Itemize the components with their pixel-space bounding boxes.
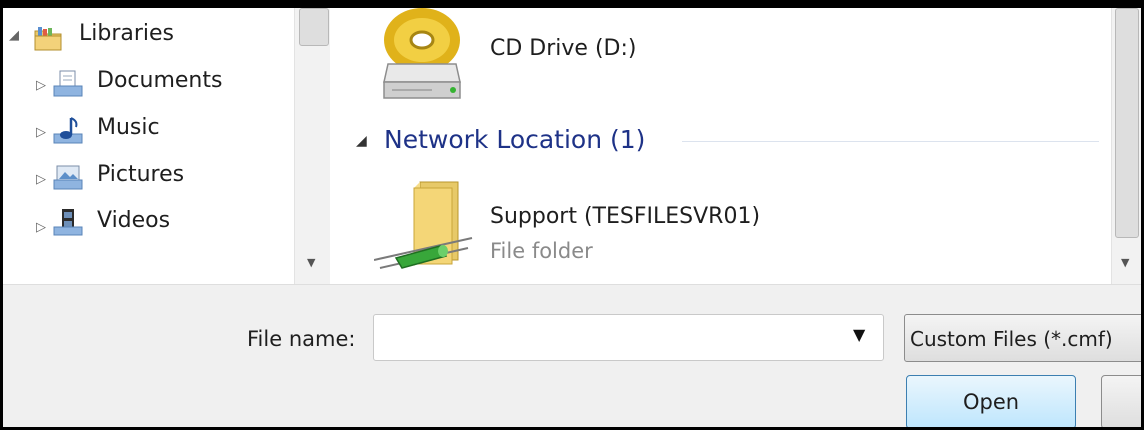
nav-scroll-thumb[interactable] [299, 8, 329, 46]
music-icon [53, 117, 83, 144]
group-divider [682, 141, 1099, 142]
collapse-arrow-icon[interactable]: ▷ [36, 125, 46, 140]
content-scroll-thumb[interactable] [1115, 8, 1139, 238]
file-name-label: File name: [247, 327, 356, 351]
cd-drive-icon [383, 8, 461, 99]
network-folder-icon [374, 181, 473, 269]
nav-item-label: Documents [97, 68, 223, 93]
drive-name: CD Drive (D:) [490, 36, 637, 61]
file-type-filter[interactable]: Custom Files (*.cmf) [904, 314, 1141, 362]
nav-item-label: Libraries [79, 21, 175, 46]
folder-name: Support (TESFILESVR01) [490, 204, 761, 229]
file-name-combobox[interactable] [373, 314, 884, 361]
open-button[interactable]: Open [906, 375, 1076, 427]
collapse-arrow-icon[interactable]: ▷ [36, 78, 46, 93]
nav-item-label: Pictures [97, 162, 185, 187]
dropdown-caret-icon[interactable]: ▼ [853, 325, 865, 344]
nav-scrollbar[interactable]: ▼ [294, 8, 330, 284]
open-file-dialog: ◢ Libraries ▷ Documents ▷ Music ▷ Pictur… [0, 0, 1144, 430]
folder-type: File folder [490, 239, 593, 263]
scroll-down-arrow-icon[interactable]: ▼ [307, 256, 315, 269]
cancel-button[interactable] [1101, 375, 1141, 427]
nav-item-label: Videos [97, 208, 171, 233]
collapse-arrow-icon[interactable]: ▷ [36, 220, 46, 235]
expand-arrow-icon[interactable]: ◢ [9, 28, 19, 43]
documents-icon [53, 70, 83, 97]
collapse-arrow-icon[interactable]: ▷ [36, 172, 46, 187]
libraries-icon [34, 27, 62, 51]
dialog-footer: File name: ▼ Custom Files (*.cmf) Open [3, 284, 1141, 427]
scroll-down-arrow-icon[interactable]: ▼ [1121, 256, 1129, 269]
file-list-pane: CD Drive (D:) ◢ Network Location (1) Sup… [330, 8, 1111, 284]
videos-icon [53, 209, 83, 236]
group-collapse-icon[interactable]: ◢ [356, 133, 367, 149]
pictures-icon [53, 165, 83, 190]
nav-item-label: Music [97, 115, 160, 140]
group-header[interactable]: Network Location (1) [384, 125, 645, 154]
navigation-pane: ◢ Libraries ▷ Documents ▷ Music ▷ Pictur… [3, 8, 330, 284]
file-name-input[interactable] [378, 321, 838, 355]
content-scrollbar[interactable]: ▼ [1111, 8, 1141, 284]
